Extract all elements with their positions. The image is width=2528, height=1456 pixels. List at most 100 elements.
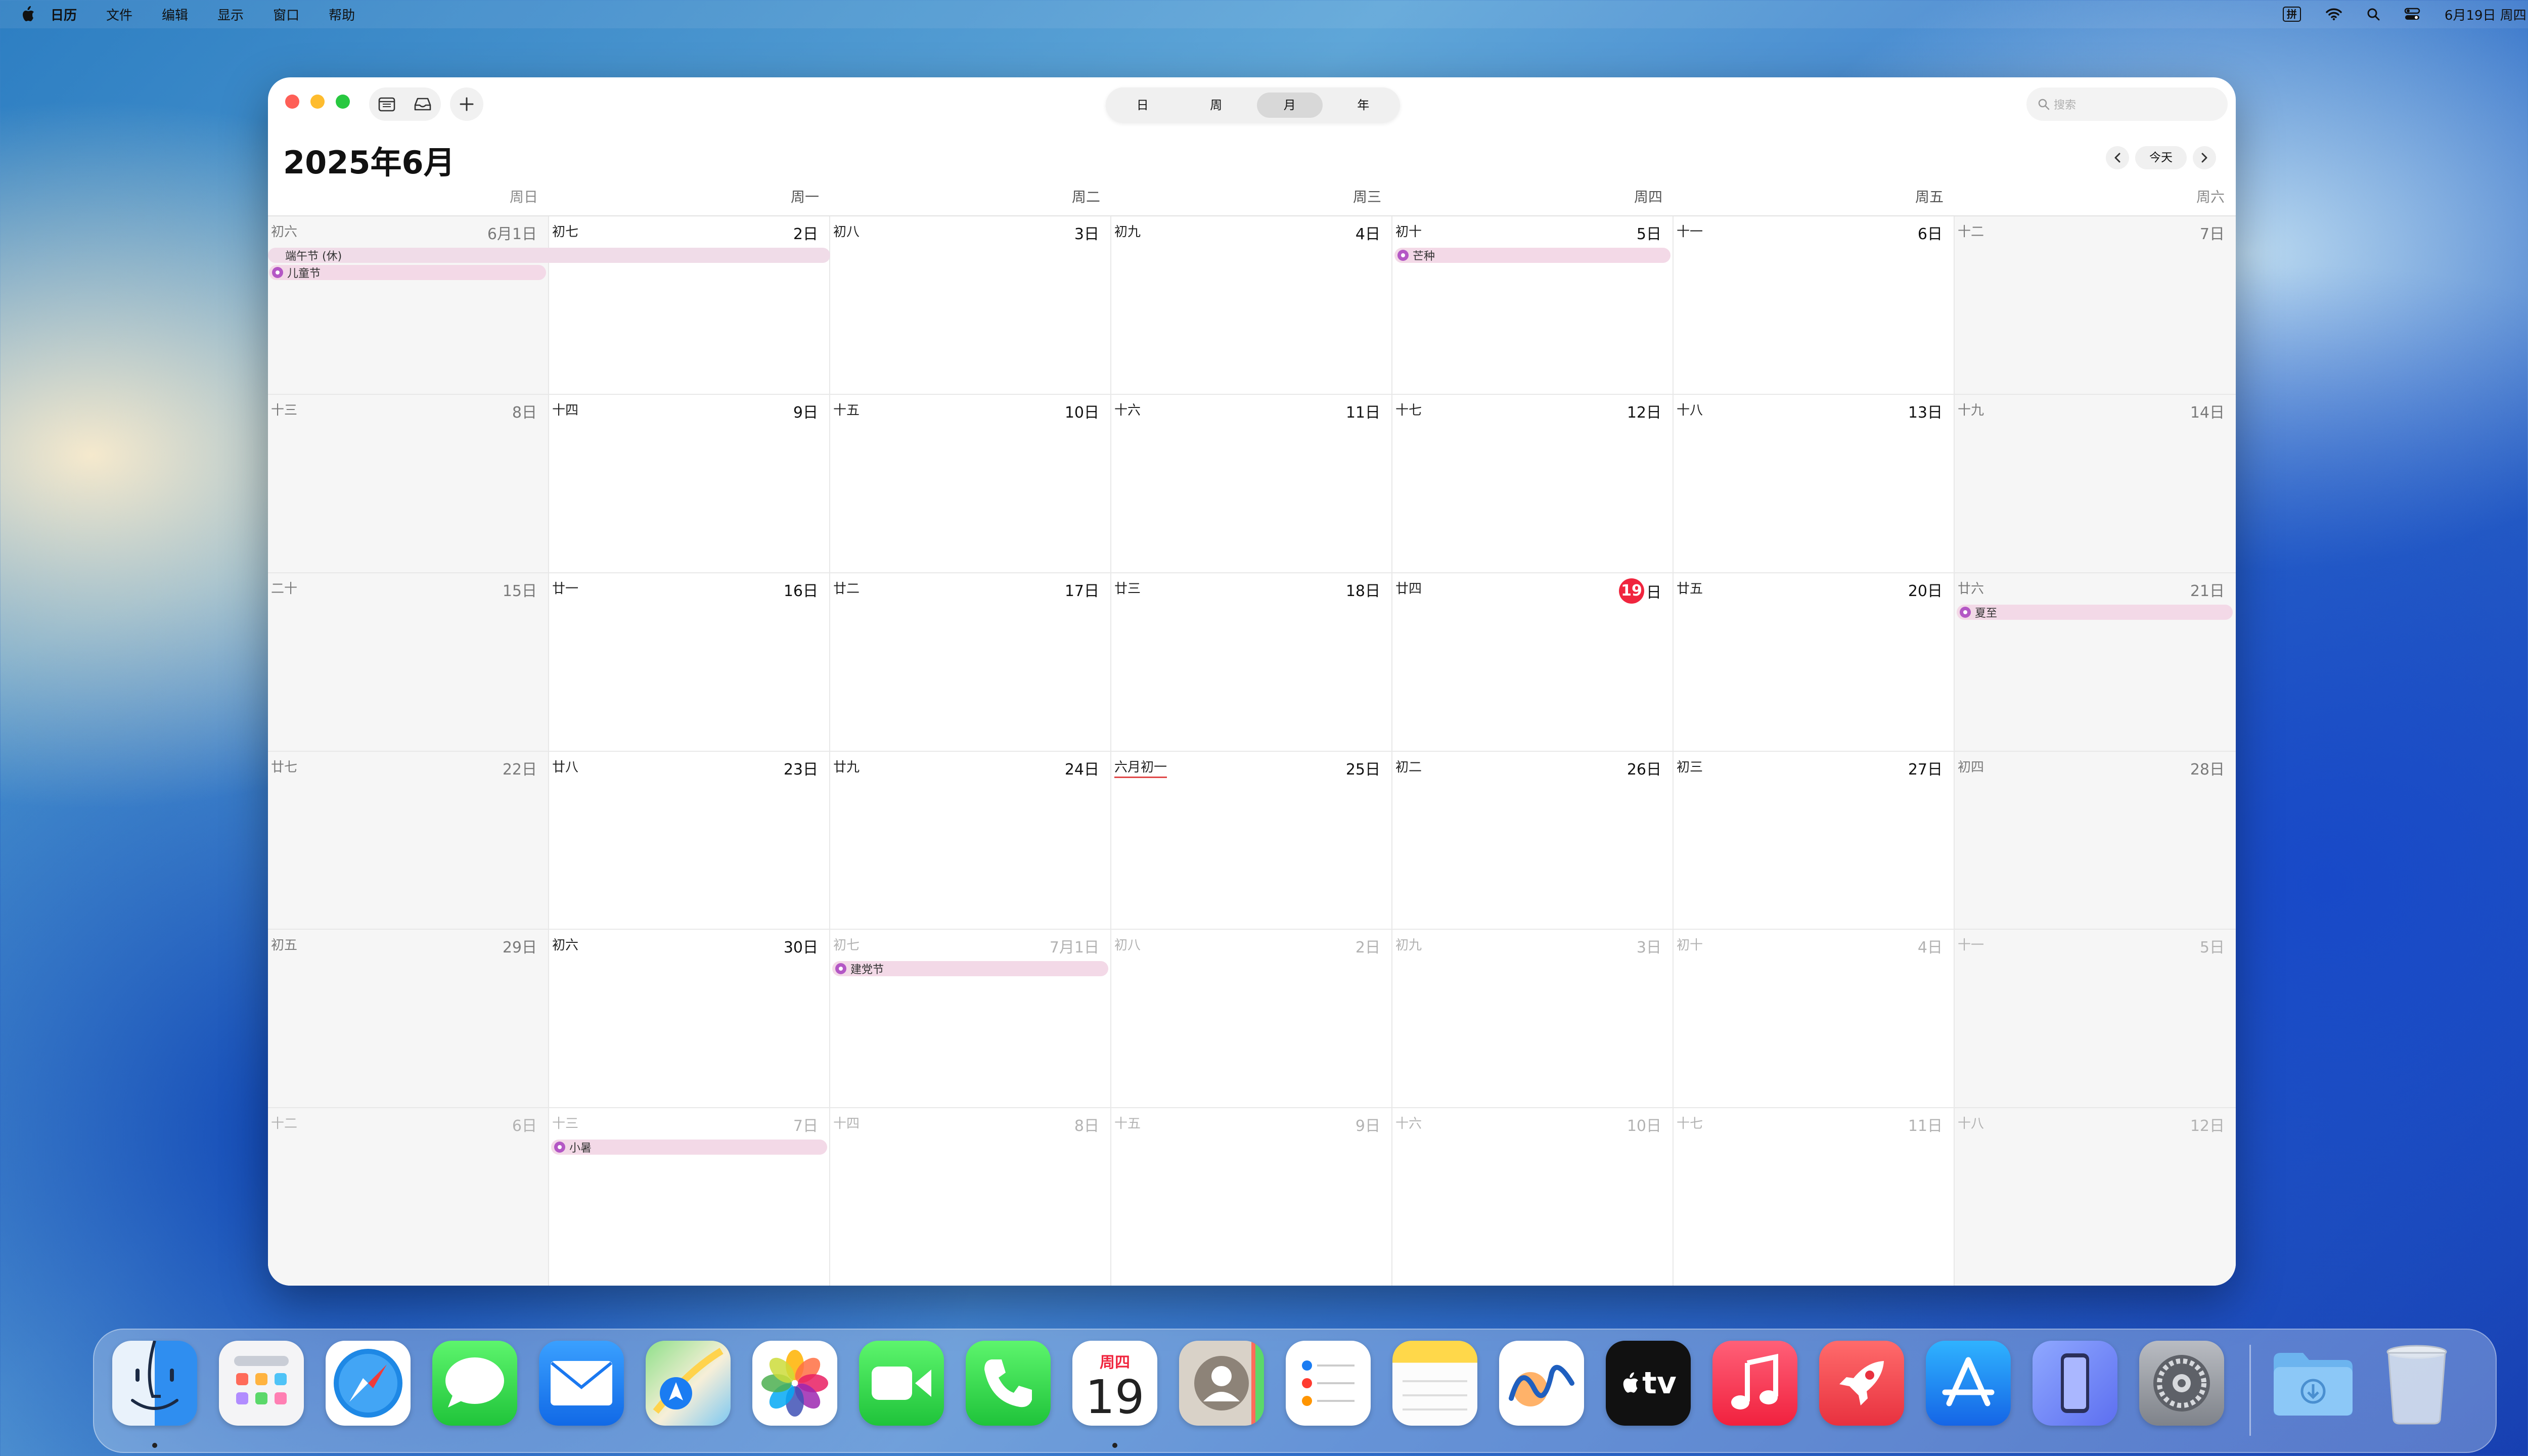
trash-icon[interactable] — [2374, 1341, 2459, 1426]
day-cell[interactable]: 初四 28日 — [1955, 751, 2236, 930]
spotlight-search-icon[interactable] — [2367, 8, 2380, 21]
weekday-label: 周六 — [2196, 189, 2225, 205]
view-month-button[interactable]: 月 — [1256, 93, 1323, 118]
day-cell[interactable]: 初八 2日 — [1111, 930, 1392, 1109]
calendar-list-icon[interactable] — [378, 96, 395, 112]
view-year-button[interactable]: 年 — [1330, 93, 1396, 118]
day-cell[interactable]: 十七 11日 — [1674, 1108, 1955, 1286]
day-cell[interactable]: 十四 8日 — [830, 1108, 1111, 1286]
control-center-icon[interactable] — [2404, 8, 2420, 21]
menu-view[interactable]: 显示 — [217, 5, 244, 24]
day-cell[interactable]: 初九 3日 — [1392, 930, 1674, 1109]
event-party-founding-day[interactable]: 建党节 — [832, 961, 1108, 977]
day-cell[interactable]: 初二 26日 — [1392, 751, 1674, 930]
add-event-button[interactable] — [450, 87, 483, 121]
photos-icon[interactable] — [752, 1341, 837, 1426]
event-summer-solstice[interactable]: 夏至 — [1957, 604, 2233, 620]
messages-icon[interactable] — [432, 1341, 517, 1426]
day-cell[interactable]: 十七 12日 — [1392, 394, 1674, 573]
day-cell[interactable]: 十八 13日 — [1674, 394, 1955, 573]
inbox-icon[interactable] — [414, 97, 432, 112]
phone-icon[interactable] — [966, 1341, 1051, 1426]
freeform-icon[interactable] — [1499, 1341, 1584, 1426]
next-month-button[interactable] — [2193, 146, 2216, 169]
day-cell[interactable]: 初七 2日 — [549, 216, 830, 395]
lunar-date: 廿三 — [1114, 581, 1141, 597]
day-cell[interactable]: 廿六 21日 夏至 — [1955, 573, 2236, 752]
menu-file[interactable]: 文件 — [106, 5, 132, 24]
day-cell[interactable]: 六月初一 25日 — [1111, 751, 1392, 930]
day-cell[interactable]: 十五 9日 — [1111, 1108, 1392, 1286]
day-cell[interactable]: 廿九 24日 — [830, 751, 1111, 930]
day-cell[interactable]: 十三 7日 小暑 — [549, 1108, 830, 1286]
close-button[interactable] — [285, 95, 299, 109]
day-cell[interactable]: 十二 7日 — [1955, 216, 2236, 395]
event-grain-in-ear[interactable]: 芒种 — [1394, 248, 1671, 263]
trash-can-glyph — [2386, 1345, 2447, 1425]
day-cell[interactable]: 廿八 23日 — [549, 751, 830, 930]
appletv-icon[interactable]: tv — [1606, 1341, 1691, 1426]
launchpad-icon[interactable] — [219, 1341, 304, 1426]
contacts-icon[interactable] — [1179, 1341, 1264, 1426]
day-cell[interactable]: 十三 8日 — [268, 394, 549, 573]
day-cell[interactable]: 十一 5日 — [1955, 930, 2236, 1109]
day-cell[interactable]: 廿三 18日 — [1111, 573, 1392, 752]
menu-datetime[interactable]: 6月19日 周四 13:06 — [2445, 5, 2528, 24]
day-cell[interactable]: 廿七 22日 — [268, 751, 549, 930]
search-field[interactable]: 搜索 — [2026, 87, 2228, 121]
reminders-icon[interactable] — [1286, 1341, 1371, 1426]
minimize-button[interactable] — [310, 95, 325, 109]
day-cell[interactable]: 初六 6月1日 端午节 (休) 儿童节 — [268, 216, 830, 395]
day-cell[interactable]: 初九 4日 — [1111, 216, 1392, 395]
day-cell[interactable]: 廿一 16日 — [549, 573, 830, 752]
event-dragon-boat-holiday[interactable]: 端午节 (休) — [268, 248, 830, 263]
today-button[interactable]: 今天 — [2135, 146, 2187, 169]
finder-icon[interactable] — [112, 1341, 197, 1426]
day-cell[interactable]: 十六 11日 — [1111, 394, 1392, 573]
menu-edit[interactable]: 编辑 — [162, 5, 188, 24]
day-cell[interactable]: 初十 5日 芒种 — [1392, 216, 1674, 395]
day-cell[interactable]: 廿五 20日 — [1674, 573, 1955, 752]
day-cell[interactable]: 十二 6日 — [268, 1108, 549, 1286]
day-cell[interactable]: 二十 15日 — [268, 573, 549, 752]
settings-icon[interactable] — [2139, 1341, 2224, 1426]
wifi-icon[interactable] — [2325, 8, 2342, 21]
day-cell[interactable]: 初十 4日 — [1674, 930, 1955, 1109]
day-cell[interactable]: 初七 7月1日 建党节 — [830, 930, 1111, 1109]
downloads-icon[interactable] — [2271, 1341, 2356, 1426]
day-cell[interactable]: 廿二 17日 — [830, 573, 1111, 752]
event-label: 夏至 — [1975, 607, 1998, 620]
day-cell[interactable]: 十九 14日 — [1955, 394, 2236, 573]
view-day-button[interactable]: 日 — [1110, 93, 1176, 118]
previous-month-button[interactable] — [2106, 146, 2129, 169]
appstore-icon[interactable] — [1926, 1341, 2011, 1426]
maps-icon[interactable] — [646, 1341, 731, 1426]
music-icon[interactable] — [1712, 1341, 1797, 1426]
notes-icon[interactable] — [1392, 1341, 1477, 1426]
menu-help[interactable]: 帮助 — [329, 5, 355, 24]
event-childrens-day[interactable]: 儿童节 — [269, 265, 546, 280]
safari-icon[interactable] — [326, 1341, 411, 1426]
menu-app-calendar[interactable]: 日历 — [51, 5, 77, 24]
day-cell[interactable]: 十一 6日 — [1674, 216, 1955, 395]
event-minor-heat[interactable]: 小暑 — [551, 1140, 827, 1155]
day-cell[interactable]: 十八 12日 — [1955, 1108, 2236, 1286]
iphone-mirroring-icon[interactable] — [2033, 1341, 2117, 1426]
mail-icon[interactable] — [539, 1341, 624, 1426]
view-week-button[interactable]: 周 — [1183, 93, 1249, 118]
day-cell[interactable]: 初八 3日 — [830, 216, 1111, 395]
rocket-icon[interactable] — [1819, 1341, 1904, 1426]
input-method-indicator[interactable]: 拼 — [2282, 7, 2301, 22]
day-cell[interactable]: 初三 27日 — [1674, 751, 1955, 930]
zoom-button[interactable] — [336, 95, 350, 109]
day-cell[interactable]: 初五 29日 — [268, 930, 549, 1109]
day-cell[interactable]: 初六 30日 — [549, 930, 830, 1109]
calendar-icon[interactable]: 周四 19 — [1072, 1341, 1157, 1426]
apple-icon[interactable] — [20, 5, 35, 23]
day-cell[interactable]: 十五 10日 — [830, 394, 1111, 573]
day-cell[interactable]: 十六 10日 — [1392, 1108, 1674, 1286]
day-cell-today[interactable]: 廿四 19 日 — [1392, 573, 1674, 752]
menu-window[interactable]: 窗口 — [273, 5, 299, 24]
facetime-icon[interactable] — [859, 1341, 944, 1426]
day-cell[interactable]: 十四 9日 — [549, 394, 830, 573]
